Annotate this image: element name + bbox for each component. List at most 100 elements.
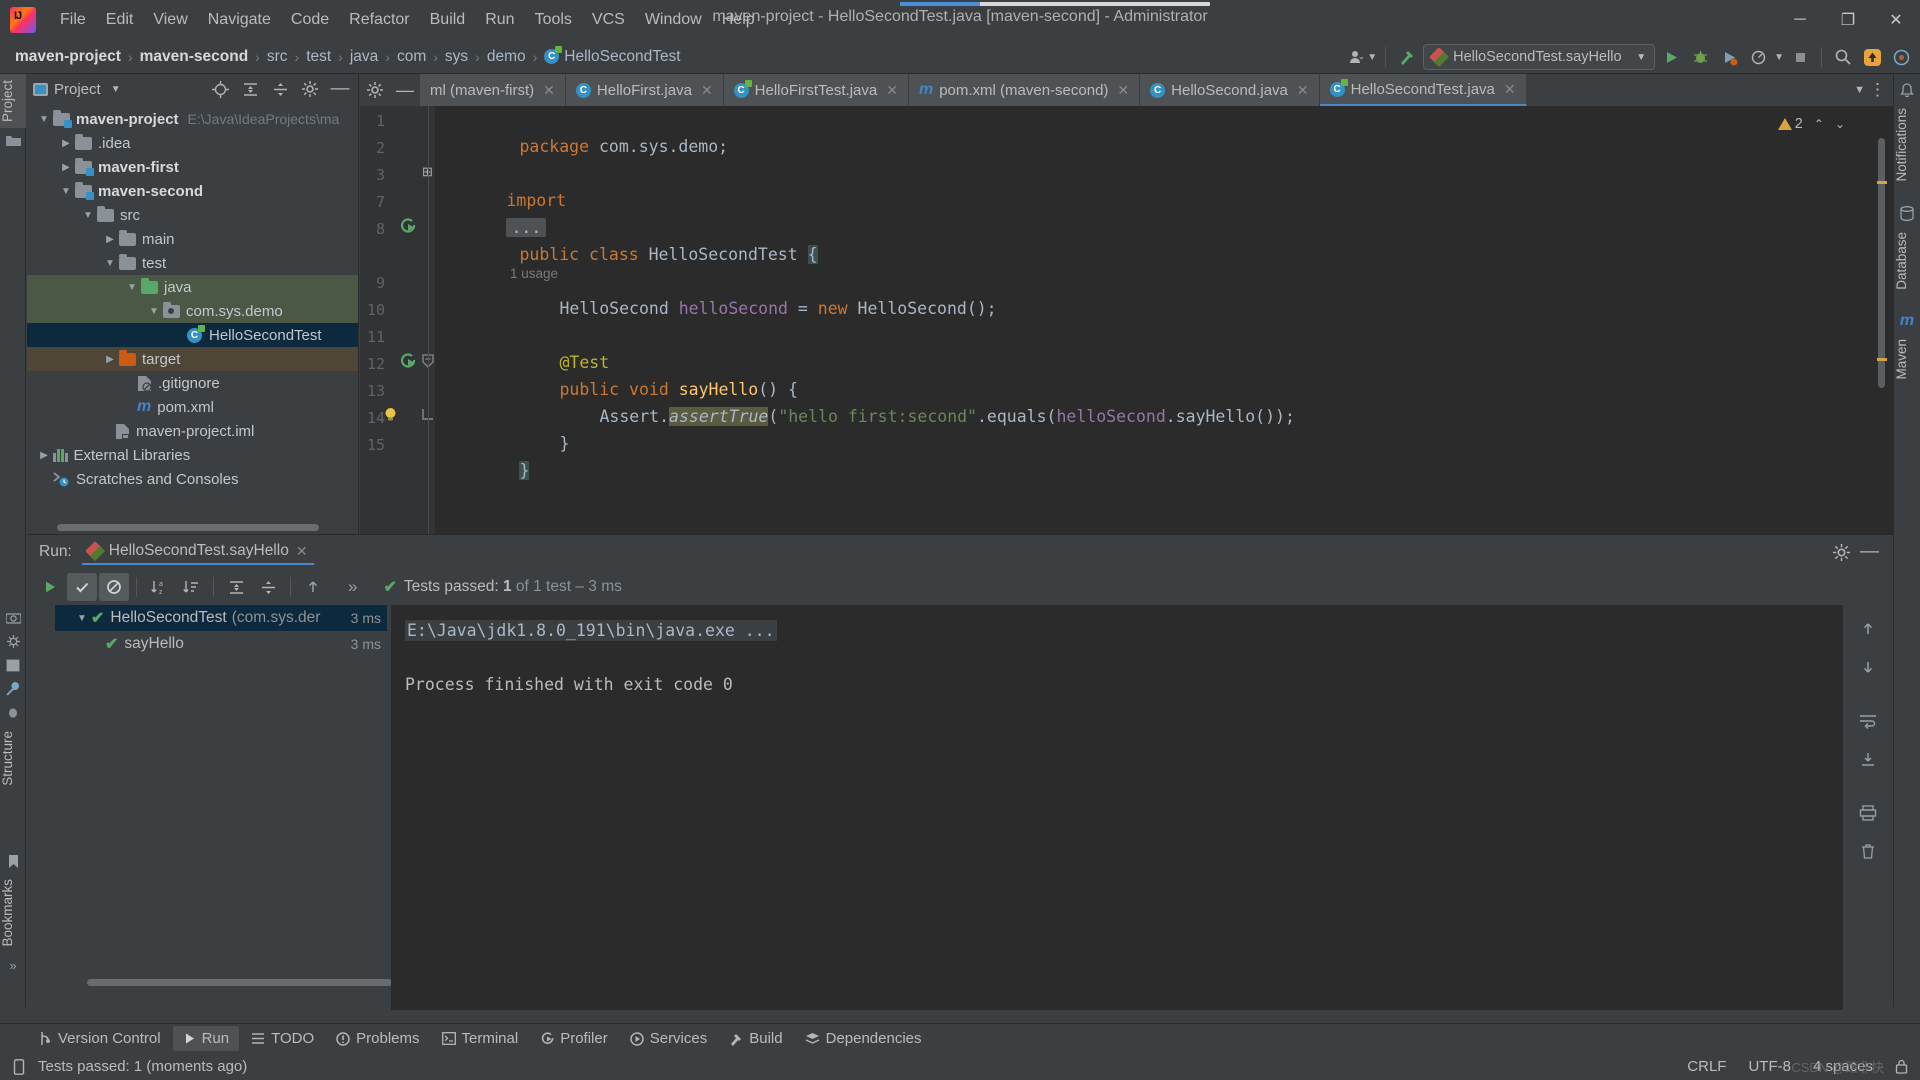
hide-editor-icon[interactable]: — — [390, 74, 420, 106]
more-tool-windows-icon[interactable]: » — [0, 953, 26, 977]
menu-navigate[interactable]: Navigate — [198, 6, 281, 34]
run-class-gutter-icon[interactable] — [400, 218, 417, 235]
breadcrumb-item-3[interactable]: test — [303, 46, 334, 68]
menu-file[interactable]: File — [50, 6, 96, 34]
editor-tab-hellosecondtest[interactable]: C HelloSecondTest.java ✕ — [1319, 74, 1527, 106]
collapse-all-icon[interactable] — [268, 77, 292, 101]
tree-item-external-libraries[interactable]: ▶ External Libraries — [27, 443, 358, 467]
editor-tab-hellofirst[interactable]: C HelloFirst.java ✕ — [565, 74, 724, 106]
tree-item-scratches[interactable]: • Scratches and Consoles — [27, 467, 358, 491]
tool-button-build[interactable]: Build — [719, 1026, 792, 1051]
chevron-down-icon[interactable]: ▼ — [145, 306, 163, 317]
editor-tab-pom-maven-first[interactable]: ml (maven-first) ✕ — [420, 74, 566, 106]
tool-button-todo[interactable]: TODO — [241, 1026, 324, 1051]
tool-button-services[interactable]: Services — [620, 1026, 718, 1051]
menu-run[interactable]: Run — [475, 6, 524, 34]
status-message[interactable]: Tests passed: 1 (moments ago) — [38, 1058, 247, 1075]
menu-build[interactable]: Build — [420, 6, 476, 34]
run-with-coverage-button[interactable] — [1716, 44, 1742, 70]
close-icon[interactable]: ✕ — [296, 543, 308, 560]
breadcrumb-item-7[interactable]: demo — [484, 46, 529, 68]
expand-all-icon[interactable] — [238, 77, 262, 101]
build-hammer-icon[interactable] — [1394, 44, 1420, 70]
menu-tools[interactable]: Tools — [525, 6, 582, 34]
tool-button-version-control[interactable]: Version Control — [28, 1026, 171, 1051]
camera-icon[interactable] — [0, 605, 26, 629]
ant-build-icon[interactable] — [0, 629, 26, 653]
code-content[interactable]: package com.sys.demo; import ... public … — [435, 106, 1893, 534]
toolbar-overflow-icon[interactable]: » — [348, 577, 357, 597]
chevron-down-icon[interactable]: ▼ — [35, 114, 53, 125]
editor-tab-hellofirsttest[interactable]: C HelloFirstTest.java ✕ — [723, 74, 909, 106]
previous-test-button[interactable] — [298, 573, 328, 601]
breadcrumb-item-6[interactable]: sys — [442, 46, 471, 68]
tree-item-gitignore[interactable]: • .gitignore — [27, 371, 358, 395]
breadcrumb-item-0[interactable]: maven-project — [12, 46, 124, 68]
debug-button[interactable] — [1687, 44, 1713, 70]
run-button[interactable] — [1658, 44, 1684, 70]
breadcrumb-item-8[interactable]: C HelloSecondTest — [541, 46, 683, 68]
line-separator-indicator[interactable]: CRLF — [1687, 1058, 1726, 1075]
breadcrumb-item-2[interactable]: src — [264, 46, 291, 68]
scroll-from-source-icon[interactable] — [208, 77, 232, 101]
clear-all-button[interactable] — [1853, 837, 1883, 865]
chevron-down-icon[interactable]: ▼ — [1636, 52, 1646, 63]
stripe-button-project[interactable]: Project — [0, 74, 26, 129]
terminal-window-icon[interactable] — [0, 653, 26, 677]
tool-button-terminal[interactable]: Terminal — [432, 1026, 529, 1051]
lock-icon[interactable] — [1895, 1059, 1908, 1074]
menu-view[interactable]: View — [143, 6, 197, 34]
more-options-icon[interactable]: ⋮ — [1869, 80, 1887, 100]
settings-gear-icon[interactable] — [1833, 543, 1850, 561]
stripe-button-maven[interactable]: Maven — [1894, 333, 1920, 386]
menu-vcs[interactable]: VCS — [582, 6, 635, 34]
tree-item-hellosecondtest[interactable]: C HelloSecondTest — [27, 323, 358, 347]
editor-marker-warning[interactable] — [1877, 181, 1887, 184]
tree-item-maven-project[interactable]: ▼ maven-project E:\Java\IdeaProjects\ma — [27, 107, 358, 131]
wrench-icon[interactable] — [0, 677, 26, 701]
previous-problem-icon[interactable]: ⌃ — [1814, 117, 1824, 131]
maximize-button[interactable]: ❐ — [1824, 0, 1872, 40]
editor-gutter[interactable]: 1 2 3 7 8 9 10 11 12 13 14 15 ⊞ — [360, 106, 435, 534]
encoding-indicator[interactable]: UTF-8 — [1748, 1058, 1791, 1075]
search-icon[interactable] — [1830, 44, 1856, 70]
database-icon[interactable] — [1894, 202, 1920, 226]
test-tree-row-class[interactable]: ▼ ✔ HelloSecondTest (com.sys.der 3 ms — [55, 605, 387, 631]
chevron-right-icon[interactable]: ▶ — [101, 354, 119, 365]
tool-button-profiler[interactable]: Profiler — [530, 1026, 618, 1051]
tree-item-java[interactable]: ▼ java — [27, 275, 358, 299]
chevron-down-icon[interactable]: ▼ — [1367, 52, 1377, 63]
editor-tab-hellosecond[interactable]: C HelloSecond.java ✕ — [1140, 74, 1320, 106]
editor-settings-gear-icon[interactable] — [360, 74, 390, 106]
settings-gear-icon[interactable] — [298, 77, 322, 101]
chevron-right-icon[interactable]: ▶ — [101, 234, 119, 245]
close-icon[interactable]: ✕ — [1504, 81, 1516, 98]
chevron-down-icon[interactable]: ▼ — [73, 613, 91, 624]
menu-window[interactable]: Window — [635, 6, 712, 34]
editor-tab-pom-maven-second[interactable]: m pom.xml (maven-second) ✕ — [908, 74, 1141, 106]
notifications-bell-icon[interactable] — [1894, 78, 1920, 102]
scroll-to-end-button[interactable] — [1853, 745, 1883, 773]
menu-help[interactable]: Help — [712, 6, 765, 34]
test-tree-horizontal-scrollbar[interactable] — [87, 979, 392, 986]
tool-button-problems[interactable]: Problems — [326, 1026, 429, 1051]
stripe-button-notifications[interactable]: Notifications — [1894, 102, 1920, 188]
bookmark-flag-icon[interactable] — [0, 849, 26, 873]
chevron-right-icon[interactable]: ▶ — [57, 162, 75, 173]
tree-item-idea[interactable]: ▶ .idea — [27, 131, 358, 155]
collapse-all-button[interactable] — [253, 573, 283, 601]
stripe-button-bookmarks[interactable]: Bookmarks — [0, 873, 26, 953]
tree-item-main[interactable]: ▶ main — [27, 227, 358, 251]
tree-item-target[interactable]: ▶ target — [27, 347, 358, 371]
code-editor[interactable]: 1 2 3 7 8 9 10 11 12 13 14 15 ⊞ — [360, 106, 1893, 534]
inspection-warnings-badge[interactable]: 2 ⌃ ⌄ — [1777, 116, 1845, 132]
tree-item-src[interactable]: ▼ src — [27, 203, 358, 227]
close-icon[interactable]: ✕ — [701, 82, 713, 99]
menu-code[interactable]: Code — [281, 6, 339, 34]
rerun-tests-button[interactable] — [35, 573, 65, 601]
close-button[interactable]: ✕ — [1872, 0, 1920, 40]
soft-wrap-button[interactable] — [1853, 707, 1883, 735]
tree-item-pom-xml[interactable]: • m pom.xml — [27, 395, 358, 419]
chevron-down-icon[interactable]: ▼ — [123, 282, 141, 293]
tree-item-maven-first[interactable]: ▶ maven-first — [27, 155, 358, 179]
